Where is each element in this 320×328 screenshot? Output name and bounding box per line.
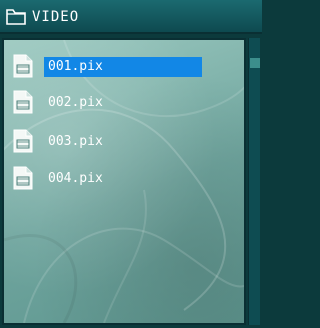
list-item[interactable]: 002.pix (12, 90, 212, 116)
list-item[interactable]: 003.pix (12, 129, 212, 155)
page-title: VIDEO (32, 9, 80, 25)
film-file-icon (13, 54, 33, 78)
file-name: 002.pix (48, 95, 103, 110)
title-bar: VIDEO (0, 0, 262, 34)
film-file-icon (13, 129, 33, 153)
film-file-icon (13, 166, 33, 190)
scrollbar-track[interactable] (248, 38, 260, 325)
scrollbar-thumb[interactable] (250, 58, 260, 68)
list-item[interactable]: 001.pix (12, 54, 212, 80)
file-name: 003.pix (48, 134, 103, 149)
file-name: 001.pix (44, 57, 202, 77)
folder-icon (6, 9, 26, 25)
film-file-icon (13, 90, 33, 114)
file-name: 004.pix (48, 171, 103, 186)
list-item[interactable]: 004.pix (12, 166, 212, 192)
